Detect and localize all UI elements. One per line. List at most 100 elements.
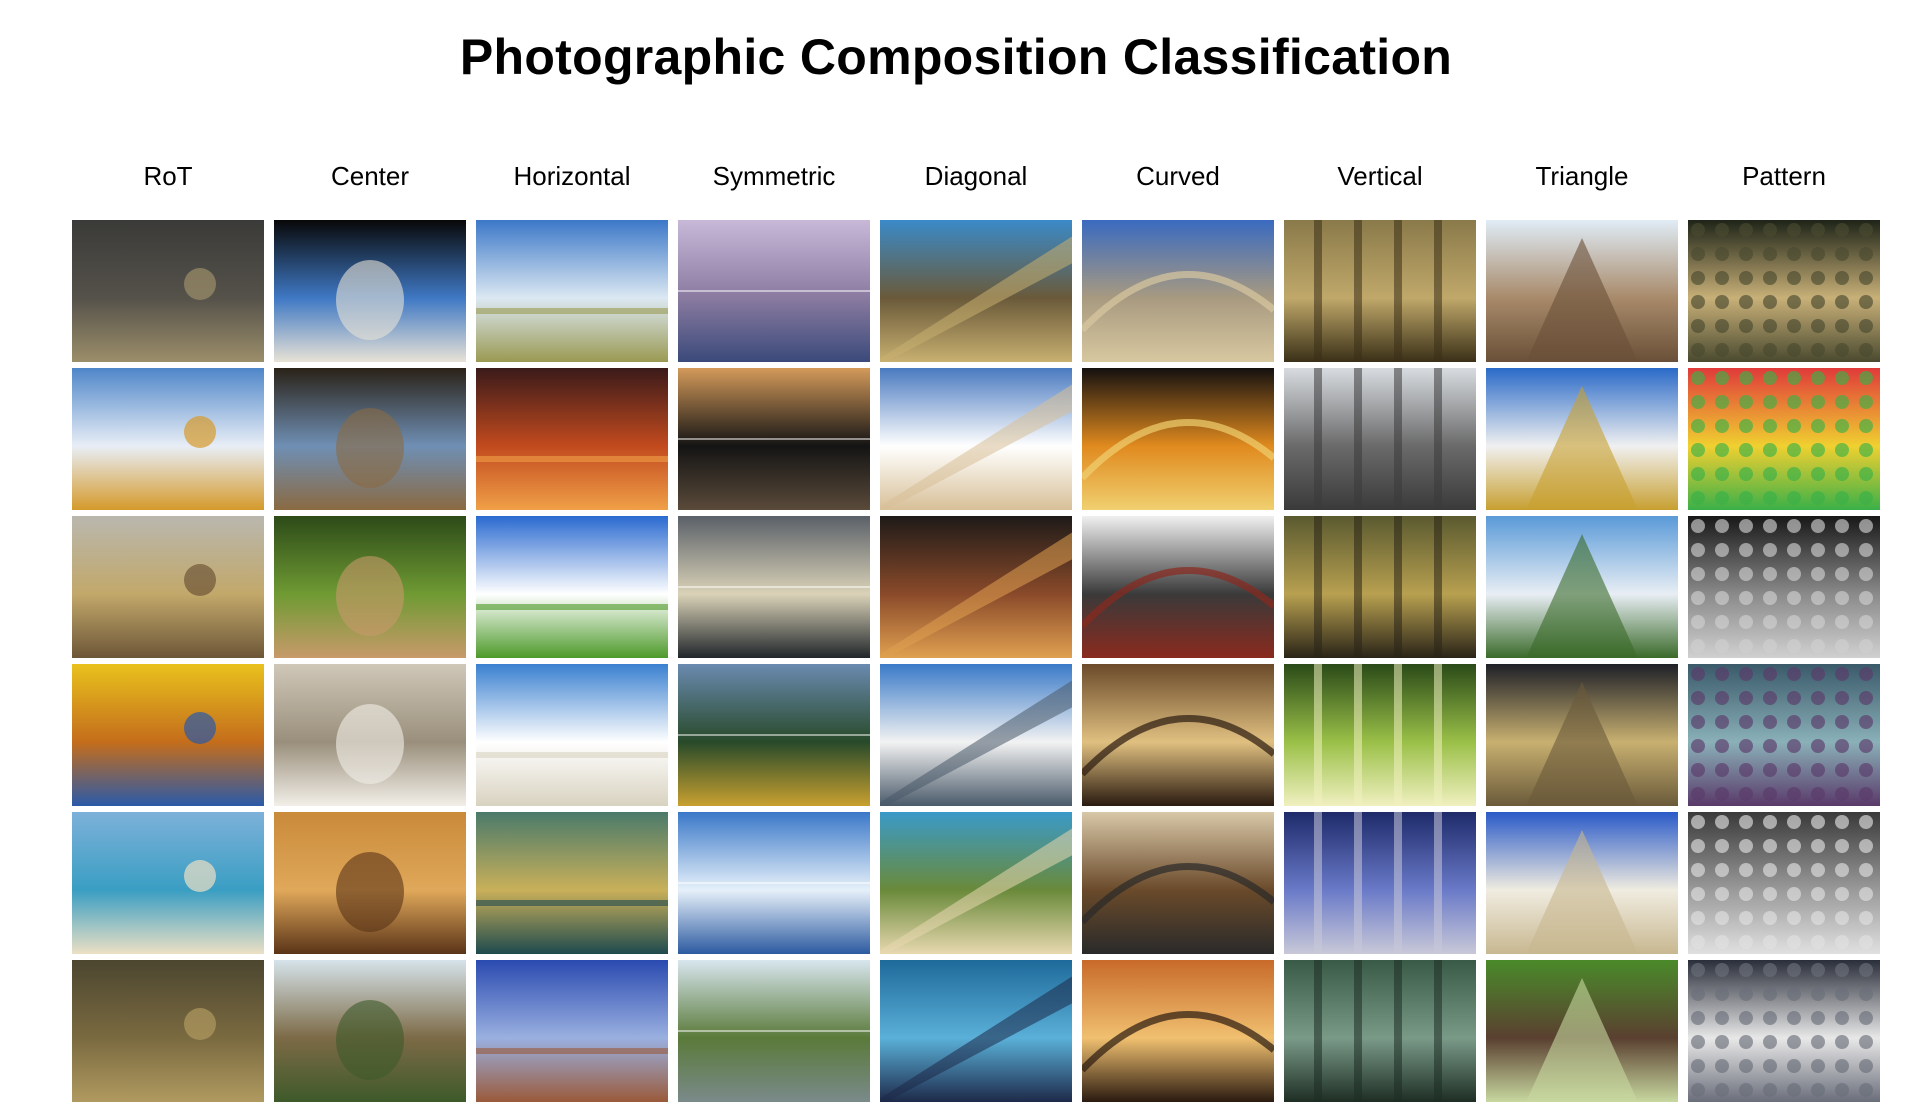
thumbnail-7-4[interactable] xyxy=(1486,812,1678,954)
thumbnail-4-5[interactable] xyxy=(880,960,1072,1102)
thumbnail-8-0[interactable] xyxy=(1688,220,1880,362)
thumbnail-0-1[interactable] xyxy=(72,368,264,510)
column-label-1: Center xyxy=(330,161,410,191)
thumbnail-4-2[interactable] xyxy=(880,516,1072,658)
thumbnail-image xyxy=(1082,220,1274,362)
thumbnail-5-2[interactable] xyxy=(1082,516,1274,658)
thumbnail-image xyxy=(1082,960,1274,1102)
thumbnail-image xyxy=(476,368,668,510)
thumbnail-image xyxy=(1486,368,1678,510)
thumbnail-image xyxy=(476,220,668,362)
thumbnail-image xyxy=(1688,812,1880,954)
thumbnail-image xyxy=(274,812,466,954)
thumbnail-5-5[interactable] xyxy=(1082,960,1274,1102)
thumbnail-8-5[interactable] xyxy=(1688,960,1880,1102)
thumbnail-3-0[interactable] xyxy=(678,220,870,362)
thumbnail-2-2[interactable] xyxy=(476,516,668,658)
thumbnail-image xyxy=(72,812,264,954)
thumbnail-4-1[interactable] xyxy=(880,368,1072,510)
thumbnail-8-1[interactable] xyxy=(1688,368,1880,510)
column-label-6: Vertical xyxy=(1337,161,1423,191)
thumbnail-5-4[interactable] xyxy=(1082,812,1274,954)
thumbnail-image xyxy=(1082,516,1274,658)
thumbnail-8-2[interactable] xyxy=(1688,516,1880,658)
thumbnail-image xyxy=(72,220,264,362)
thumbnail-image xyxy=(1284,220,1476,362)
thumbnail-image xyxy=(678,516,870,658)
thumbnail-7-1[interactable] xyxy=(1486,368,1678,510)
thumbnail-6-4[interactable] xyxy=(1284,812,1476,954)
thumbnail-4-3[interactable] xyxy=(880,664,1072,806)
thumbnail-image xyxy=(72,664,264,806)
thumbnail-image xyxy=(274,516,466,658)
thumbnail-2-3[interactable] xyxy=(476,664,668,806)
thumbnail-image xyxy=(678,664,870,806)
thumbnail-1-2[interactable] xyxy=(274,516,466,658)
thumbnail-8-3[interactable] xyxy=(1688,664,1880,806)
thumbnail-image xyxy=(476,812,668,954)
thumbnail-image xyxy=(1688,664,1880,806)
thumbnail-2-5[interactable] xyxy=(476,960,668,1102)
thumbnail-0-4[interactable] xyxy=(72,812,264,954)
thumbnail-4-0[interactable] xyxy=(880,220,1072,362)
thumbnail-image xyxy=(274,368,466,510)
thumbnail-3-1[interactable] xyxy=(678,368,870,510)
thumbnail-0-5[interactable] xyxy=(72,960,264,1102)
thumbnail-image xyxy=(1284,664,1476,806)
thumbnail-1-5[interactable] xyxy=(274,960,466,1102)
thumbnail-2-0[interactable] xyxy=(476,220,668,362)
thumbnail-7-2[interactable] xyxy=(1486,516,1678,658)
thumbnail-image xyxy=(880,220,1072,362)
thumbnail-3-2[interactable] xyxy=(678,516,870,658)
thumbnail-grid xyxy=(72,220,1884,1102)
column-label-4: Diagonal xyxy=(924,161,1028,191)
thumbnail-image xyxy=(274,664,466,806)
thumbnail-5-0[interactable] xyxy=(1082,220,1274,362)
thumbnail-0-3[interactable] xyxy=(72,664,264,806)
thumbnail-3-5[interactable] xyxy=(678,960,870,1102)
column-label-3: Symmetric xyxy=(712,161,836,191)
thumbnail-image xyxy=(678,960,870,1102)
thumbnail-7-5[interactable] xyxy=(1486,960,1678,1102)
thumbnail-1-3[interactable] xyxy=(274,664,466,806)
thumbnail-1-1[interactable] xyxy=(274,368,466,510)
thumbnail-0-2[interactable] xyxy=(72,516,264,658)
thumbnail-7-0[interactable] xyxy=(1486,220,1678,362)
thumbnail-7-3[interactable] xyxy=(1486,664,1678,806)
thumbnail-6-5[interactable] xyxy=(1284,960,1476,1102)
thumbnail-image xyxy=(1688,220,1880,362)
thumbnail-6-3[interactable] xyxy=(1284,664,1476,806)
thumbnail-image xyxy=(72,368,264,510)
page-title: Photographic Composition Classification xyxy=(459,29,1453,85)
column-label-5: Curved xyxy=(1136,161,1220,191)
thumbnail-3-4[interactable] xyxy=(678,812,870,954)
thumbnail-image xyxy=(72,960,264,1102)
thumbnail-1-4[interactable] xyxy=(274,812,466,954)
thumbnail-image xyxy=(274,960,466,1102)
thumbnail-4-4[interactable] xyxy=(880,812,1072,954)
thumbnail-image xyxy=(1486,220,1678,362)
thumbnail-image xyxy=(476,516,668,658)
thumbnail-2-1[interactable] xyxy=(476,368,668,510)
thumbnail-image xyxy=(678,220,870,362)
thumbnail-image xyxy=(1688,516,1880,658)
thumbnail-image xyxy=(1284,812,1476,954)
thumbnail-image xyxy=(1082,812,1274,954)
thumbnail-2-4[interactable] xyxy=(476,812,668,954)
thumbnail-5-1[interactable] xyxy=(1082,368,1274,510)
thumbnail-8-4[interactable] xyxy=(1688,812,1880,954)
thumbnail-image xyxy=(880,368,1072,510)
thumbnail-0-0[interactable] xyxy=(72,220,264,362)
thumbnail-image xyxy=(880,812,1072,954)
thumbnail-5-3[interactable] xyxy=(1082,664,1274,806)
thumbnail-image xyxy=(1082,664,1274,806)
column-headers: RoT Center Horizontal Symmetric Diagonal Curv… xyxy=(72,158,1884,194)
thumbnail-image xyxy=(1284,368,1476,510)
thumbnail-image xyxy=(1486,516,1678,658)
thumbnail-6-1[interactable] xyxy=(1284,368,1476,510)
thumbnail-3-3[interactable] xyxy=(678,664,870,806)
thumbnail-1-0[interactable] xyxy=(274,220,466,362)
thumbnail-6-0[interactable] xyxy=(1284,220,1476,362)
thumbnail-6-2[interactable] xyxy=(1284,516,1476,658)
thumbnail-image xyxy=(274,220,466,362)
